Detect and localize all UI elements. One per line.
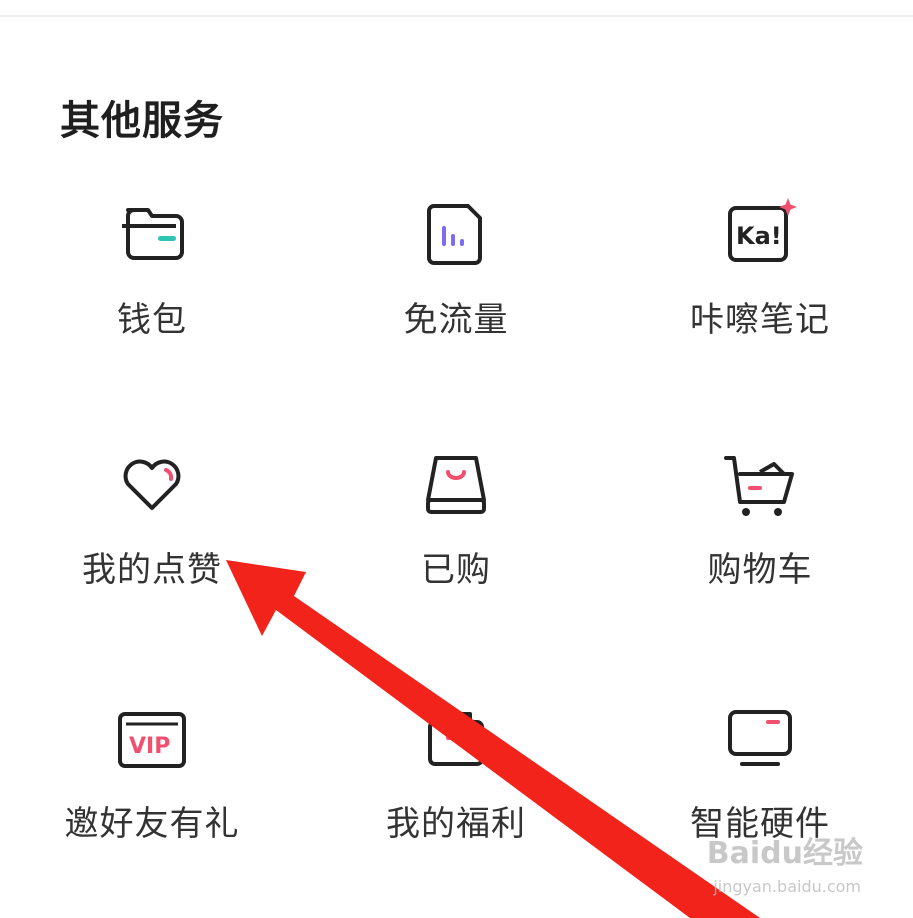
gift-box-icon: [418, 700, 494, 776]
top-divider: [0, 15, 913, 17]
data-free-icon: [418, 196, 494, 272]
watermark-url: jingyan.baidu.com: [713, 877, 861, 896]
service-purchased[interactable]: 已购: [304, 446, 608, 606]
shopping-cart-icon: [722, 446, 798, 522]
service-label: 免流量: [403, 300, 509, 340]
service-label: 我的点赞: [82, 550, 222, 590]
service-label: 购物车: [707, 550, 813, 590]
service-label: 咔嚓笔记: [690, 300, 830, 340]
kacha-notes-icon: Ka!: [722, 196, 798, 272]
service-data-free[interactable]: 免流量: [304, 196, 608, 356]
service-invite-friends[interactable]: VIP 邀好友有礼: [0, 700, 304, 860]
service-my-benefits[interactable]: 我的福利: [304, 700, 608, 860]
service-label: 我的福利: [386, 804, 526, 844]
service-kacha-notes[interactable]: Ka! 咔嚓笔记: [608, 196, 912, 356]
section-title: 其他服务: [60, 98, 224, 144]
kacha-icon-text: Ka!: [736, 222, 782, 250]
vip-ticket-icon: VIP: [114, 700, 190, 776]
wallet-icon: [114, 196, 190, 272]
vip-icon-text: VIP: [129, 734, 170, 759]
service-label: 钱包: [117, 300, 187, 340]
heart-icon: [114, 446, 190, 522]
service-wallet[interactable]: 钱包: [0, 196, 304, 356]
watermark-brand: Baidu经验: [706, 836, 863, 871]
service-label: 已购: [421, 550, 491, 590]
service-my-likes[interactable]: 我的点赞: [0, 446, 304, 606]
smart-device-icon: [722, 700, 798, 776]
service-label: 邀好友有礼: [64, 804, 240, 844]
purchased-bag-icon: [418, 446, 494, 522]
service-shopping-cart[interactable]: 购物车: [608, 446, 912, 606]
